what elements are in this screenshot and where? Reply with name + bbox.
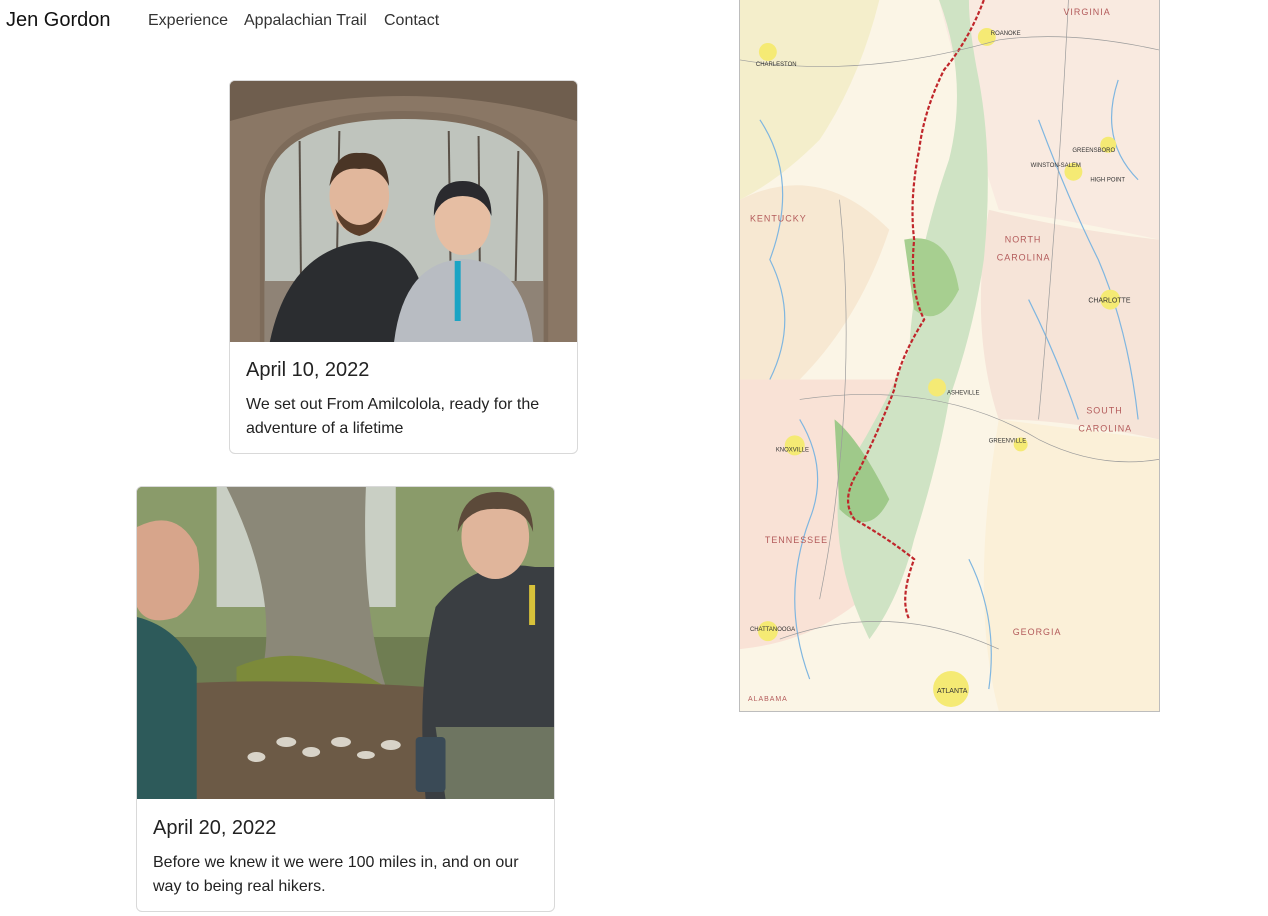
map-city-charleston: CHARLESTON xyxy=(756,62,797,68)
journal-card: April 20, 2022 Before we knew it we were… xyxy=(136,486,555,912)
map-label-south: SOUTH xyxy=(1086,405,1122,415)
journal-card: April 10, 2022 We set out From Amilcolol… xyxy=(229,80,578,454)
map-city-greensboro: GREENSBORO xyxy=(1072,148,1115,154)
map-label-virginia: VIRGINIA xyxy=(1063,7,1110,17)
map-label-kentucky: KENTUCKY xyxy=(750,214,807,224)
navbar: Jen Gordon Experience Appalachian Trail … xyxy=(0,0,740,42)
card-date: April 10, 2022 xyxy=(246,359,370,381)
nav-link-contact[interactable]: Contact xyxy=(384,11,439,31)
brand-link[interactable]: Jen Gordon xyxy=(6,8,111,32)
card-text: Before we knew it we were 100 miles in, … xyxy=(153,854,519,895)
map-label-tennessee: TENNESSEE xyxy=(765,535,828,545)
map-label-north: NORTH xyxy=(1005,235,1042,245)
map-city-chattanooga: CHATTANOOGA xyxy=(750,627,795,633)
card-photo-trail-selfie xyxy=(137,487,554,799)
map-city-atlanta: ATLANTA xyxy=(937,688,968,695)
map-label-carolina: CAROLINA xyxy=(997,253,1051,263)
card-date: April 20, 2022 xyxy=(153,817,277,839)
map-label-south-carolina: CAROLINA xyxy=(1078,423,1132,433)
map-city-high-point: HIGH POINT xyxy=(1090,178,1125,184)
card-body: April 10, 2022 We set out From Amilcolol… xyxy=(246,357,563,441)
nav-link-experience[interactable]: Experience xyxy=(148,11,228,31)
map-city-knoxville: KNOXVILLE xyxy=(776,447,809,453)
map-city-winston-salem: WINSTON-SALEM xyxy=(1031,163,1081,169)
appalachian-trail-map: VIRGINIA KENTUCKY NORTH CAROLINA TENNESS… xyxy=(739,0,1160,712)
map-city-roanoke: ROANOKE xyxy=(991,31,1021,37)
card-body: April 20, 2022 Before we knew it we were… xyxy=(153,815,540,899)
card-text: We set out From Amilcolola, ready for th… xyxy=(246,396,540,437)
nav-link-appalachian-trail[interactable]: Appalachian Trail xyxy=(244,11,367,31)
map-city-greenville: GREENVILLE xyxy=(989,438,1026,444)
map-label-georgia: GEORGIA xyxy=(1013,627,1062,637)
map-label-alabama: ALABAMA xyxy=(748,696,788,703)
card-photo-stone-arch xyxy=(230,81,577,342)
map-city-asheville: ASHEVILLE xyxy=(947,390,979,396)
map-city-charlotte: CHARLOTTE xyxy=(1088,298,1130,305)
